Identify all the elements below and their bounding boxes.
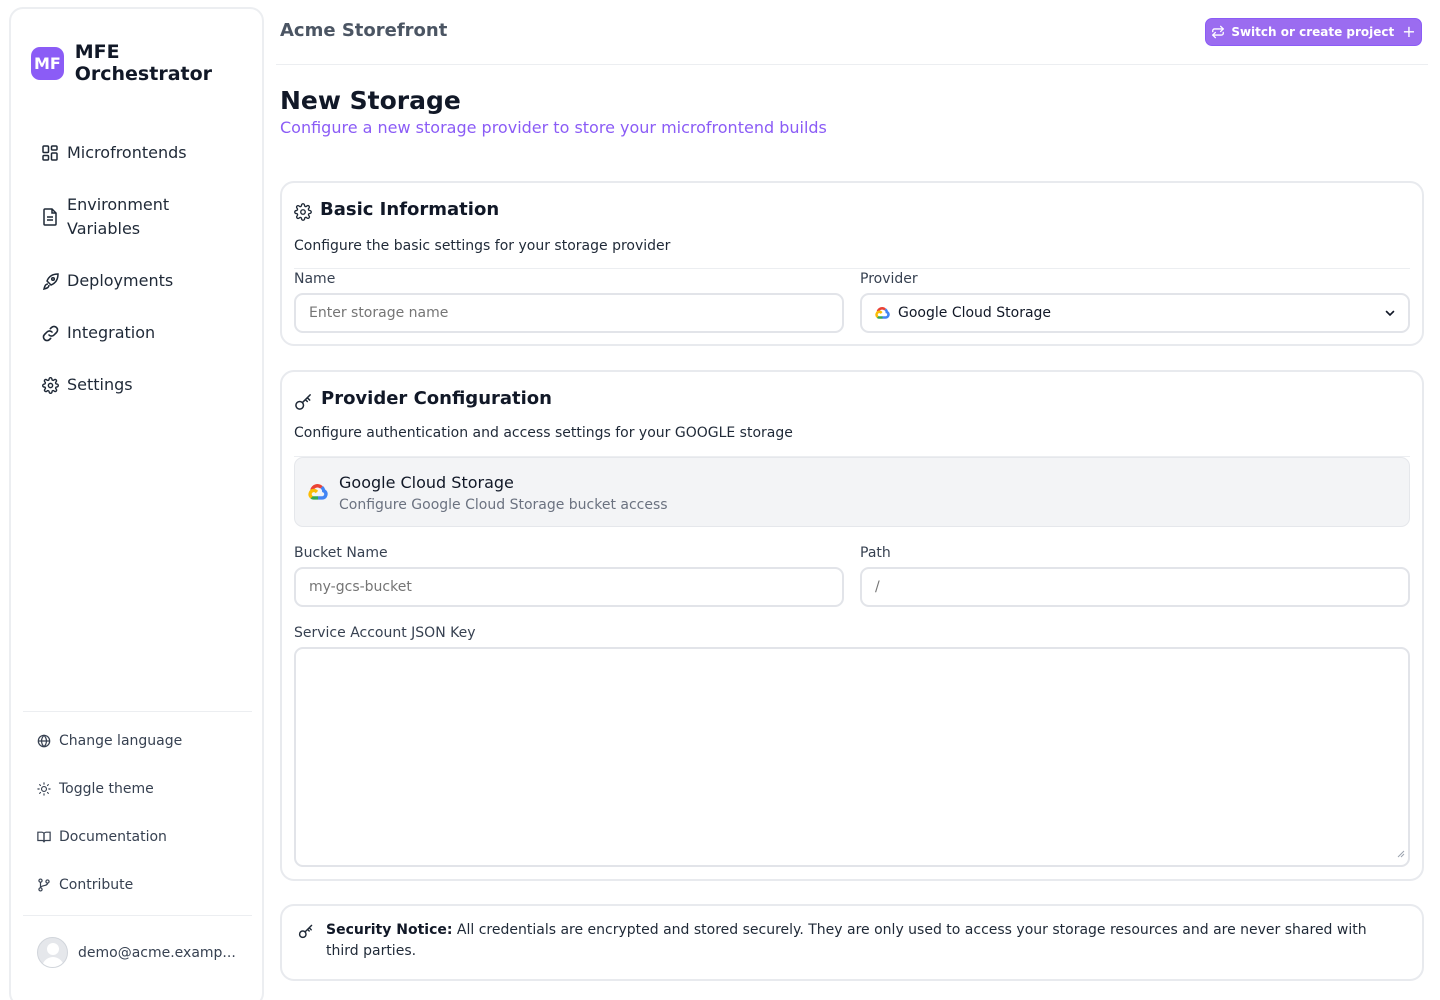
card-title: Basic Information bbox=[320, 198, 500, 220]
brand[interactable]: MF MFE Orchestrator bbox=[31, 41, 262, 85]
nav-item-integration[interactable]: Integration bbox=[41, 321, 155, 345]
name-label: Name bbox=[294, 271, 336, 287]
page-subtitle: Configure a new storage provider to stor… bbox=[280, 118, 827, 137]
json-key-textarea[interactable] bbox=[294, 647, 1410, 867]
project-name: Acme Storefront bbox=[280, 20, 448, 41]
user-email: demo@acme.examp... bbox=[78, 944, 236, 961]
documentation-link[interactable]: Documentation bbox=[36, 829, 167, 845]
name-input[interactable] bbox=[294, 293, 844, 333]
card-description: Configure the basic settings for your st… bbox=[294, 238, 671, 254]
switch-project-button[interactable]: Switch or create project + bbox=[1205, 18, 1422, 46]
switch-icon bbox=[1211, 25, 1225, 39]
key-icon bbox=[294, 392, 313, 411]
contribute-link[interactable]: Contribute bbox=[36, 877, 133, 893]
key-icon bbox=[298, 923, 314, 943]
path-label: Path bbox=[860, 545, 891, 561]
nav-item-microfrontends[interactable]: Microfrontends bbox=[41, 141, 187, 165]
provider-value: Google Cloud Storage bbox=[898, 305, 1052, 321]
gear-icon bbox=[294, 203, 312, 221]
nav-label: Deployments bbox=[67, 271, 174, 290]
file-text-icon bbox=[41, 208, 59, 226]
sidebar: MF MFE Orchestrator Microfrontends Envir… bbox=[9, 7, 264, 1000]
switch-project-label: Switch or create project bbox=[1231, 25, 1395, 39]
basic-information-card: Basic Information Configure the basic se… bbox=[280, 181, 1424, 346]
card-header: Provider Configuration bbox=[294, 386, 552, 411]
json-key-label: Service Account JSON Key bbox=[294, 625, 476, 641]
nav-label: Microfrontends bbox=[67, 143, 187, 162]
nav-label: Environment Variables bbox=[67, 195, 170, 238]
security-notice-heading: Security Notice: bbox=[326, 922, 453, 938]
git-branch-icon bbox=[36, 877, 52, 893]
security-notice-body: All credentials are encrypted and stored… bbox=[326, 922, 1367, 959]
foot-label: Toggle theme bbox=[59, 781, 154, 797]
foot-label: Contribute bbox=[59, 877, 134, 893]
foot-label: Change language bbox=[59, 733, 183, 749]
provider-summary-description: Configure Google Cloud Storage bucket ac… bbox=[339, 497, 668, 513]
card-title: Provider Configuration bbox=[321, 388, 552, 409]
resize-grip-icon[interactable] bbox=[1397, 843, 1405, 862]
grid-icon bbox=[41, 144, 59, 162]
nav-label: Settings bbox=[67, 375, 133, 394]
nav-label: Integration bbox=[67, 323, 156, 342]
link-icon bbox=[41, 324, 59, 342]
card-description: Configure authentication and access sett… bbox=[294, 425, 793, 441]
user-menu[interactable]: demo@acme.examp... bbox=[37, 937, 236, 968]
nav-item-deployments[interactable]: Deployments bbox=[41, 269, 173, 293]
nav-item-settings[interactable]: Settings bbox=[41, 373, 133, 397]
bucket-name-input[interactable] bbox=[294, 567, 844, 607]
provider-label: Provider bbox=[860, 271, 918, 287]
page-title: New Storage bbox=[280, 86, 461, 115]
divider bbox=[23, 915, 252, 916]
nav-item-environment-variables[interactable]: Environment Variables bbox=[41, 193, 207, 241]
book-icon bbox=[36, 829, 52, 845]
app-name: MFE Orchestrator bbox=[74, 41, 213, 85]
sun-icon bbox=[36, 781, 52, 797]
plus-icon: + bbox=[1402, 22, 1416, 41]
avatar bbox=[37, 937, 68, 968]
provider-summary: Google Cloud Storage Configure Google Cl… bbox=[294, 457, 1410, 527]
chevron-down-icon bbox=[1384, 307, 1396, 319]
app-logo: MF bbox=[31, 46, 64, 80]
divider bbox=[294, 268, 1410, 269]
foot-label: Documentation bbox=[59, 829, 167, 845]
gear-icon bbox=[41, 376, 59, 394]
divider bbox=[23, 711, 252, 712]
globe-icon bbox=[36, 733, 52, 749]
security-notice: Security Notice: All credentials are enc… bbox=[280, 904, 1424, 981]
security-notice-text: Security Notice: All credentials are enc… bbox=[326, 920, 1396, 962]
bucket-name-label: Bucket Name bbox=[294, 545, 388, 561]
provider-configuration-card: Provider Configuration Configure authent… bbox=[280, 370, 1424, 881]
google-cloud-icon bbox=[308, 484, 328, 504]
toggle-theme-button[interactable]: Toggle theme bbox=[36, 781, 154, 797]
header-divider bbox=[276, 64, 1428, 65]
provider-select[interactable]: Google Cloud Storage bbox=[860, 293, 1410, 333]
google-cloud-icon bbox=[875, 307, 890, 319]
change-language-button[interactable]: Change language bbox=[36, 733, 182, 749]
path-input[interactable] bbox=[860, 567, 1410, 607]
rocket-icon bbox=[41, 272, 59, 290]
provider-summary-title: Google Cloud Storage bbox=[339, 473, 514, 492]
card-header: Basic Information bbox=[294, 197, 499, 221]
